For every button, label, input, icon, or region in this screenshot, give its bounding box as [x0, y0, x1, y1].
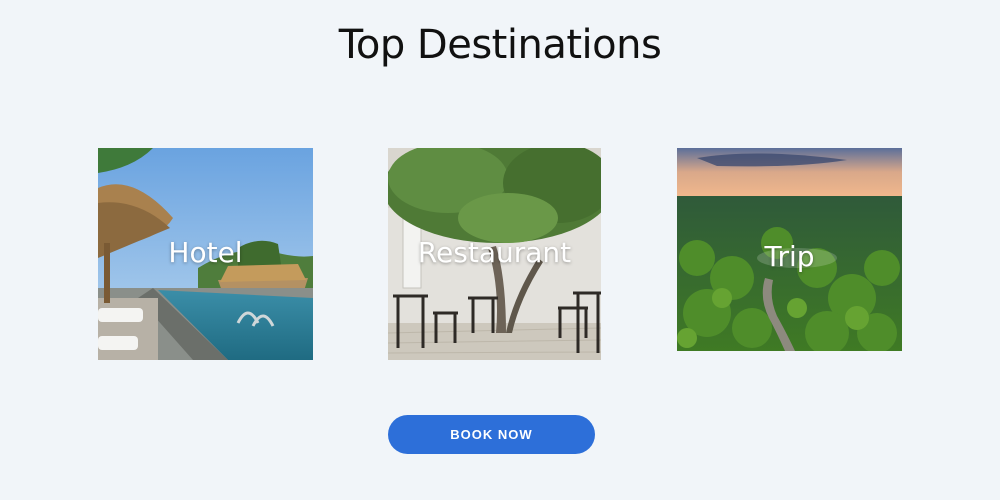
hotel-label: Hotel — [168, 236, 243, 269]
book-now-button[interactable]: BOOK NOW — [388, 415, 595, 454]
page-title: Top Destinations — [338, 22, 662, 68]
destination-card-trip[interactable]: Trip — [677, 148, 902, 351]
destination-card-restaurant[interactable]: Restaurant — [388, 148, 601, 360]
trip-label: Trip — [764, 240, 815, 273]
restaurant-label: Restaurant — [417, 236, 572, 269]
destination-card-hotel[interactable]: Hotel — [98, 148, 313, 360]
